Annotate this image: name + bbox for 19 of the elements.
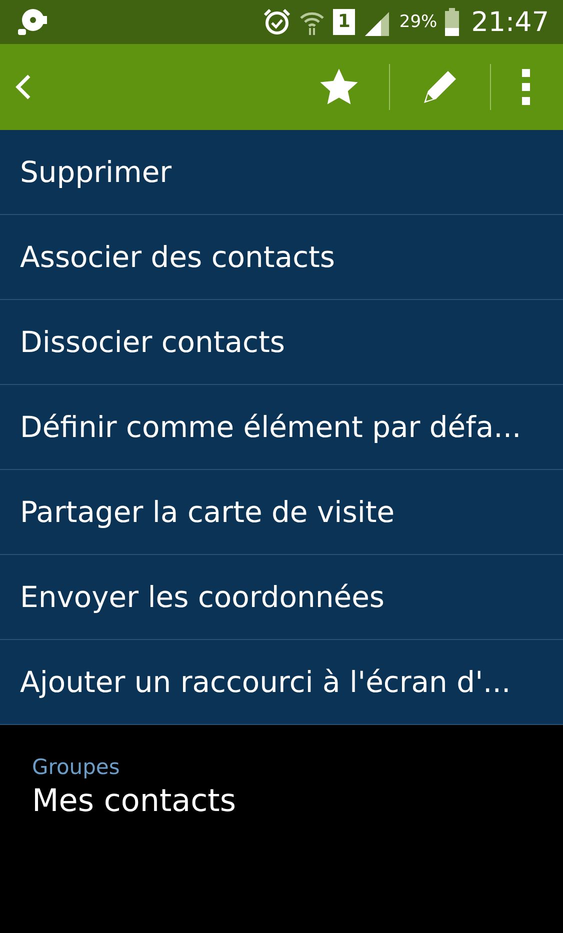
menu-item[interactable]: Associer des contacts bbox=[0, 215, 563, 300]
more-icon bbox=[520, 67, 532, 107]
menu-item[interactable]: Dissocier contacts bbox=[0, 300, 563, 385]
star-icon bbox=[318, 67, 360, 107]
chat-icon bbox=[16, 7, 48, 37]
sim-indicator: 1 bbox=[332, 9, 356, 35]
back-button[interactable] bbox=[14, 73, 32, 101]
menu-item[interactable]: Envoyer les coordonnées bbox=[0, 555, 563, 640]
battery-percent: 29% bbox=[399, 12, 438, 32]
back-icon bbox=[14, 73, 32, 101]
groups-value[interactable]: Mes contacts bbox=[32, 783, 563, 819]
menu-item[interactable]: Ajouter un raccourci à l'écran d'... bbox=[0, 640, 563, 725]
menu-item[interactable]: Partager la carte de visite bbox=[0, 470, 563, 555]
alarm-icon bbox=[262, 8, 291, 36]
battery-icon bbox=[445, 8, 460, 36]
menu-item[interactable]: Définir comme élément par défa... bbox=[0, 385, 563, 470]
groups-label: Groupes bbox=[32, 755, 121, 779]
clock: 21:47 bbox=[471, 6, 549, 38]
menu-item[interactable]: Supprimer bbox=[0, 130, 563, 215]
